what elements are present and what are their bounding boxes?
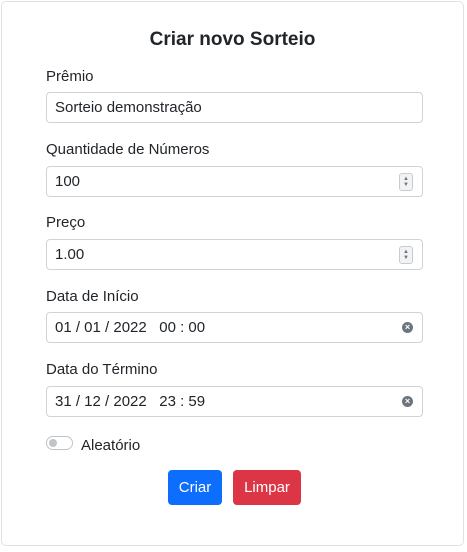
aleatorio-toggle[interactable]: [46, 436, 73, 450]
clear-x-icon[interactable]: ×: [402, 396, 413, 407]
preco-value: 1.00: [55, 246, 85, 263]
data-termino-label: Data do Término: [46, 361, 158, 378]
premio-input[interactable]: Sorteio demonstração: [46, 92, 423, 123]
quantidade-value: 100: [55, 173, 81, 190]
toggle-knob: [49, 439, 57, 447]
data-termino-value: 31 / 12 / 2022 23 : 59: [55, 393, 206, 410]
quantidade-label: Quantidade de Números: [46, 141, 210, 158]
aleatorio-label: Aleatório: [81, 437, 141, 454]
criar-button[interactable]: Criar: [168, 470, 222, 505]
form-title: Criar novo Sorteio: [149, 29, 316, 50]
preco-label: Preço: [46, 214, 86, 231]
premio-value: Sorteio demonstração: [55, 99, 202, 116]
spinner-arrows-icon[interactable]: ▲ ▼: [399, 245, 413, 264]
data-inicio-value: 01 / 01 / 2022 00 : 00: [55, 319, 206, 336]
premio-label: Prêmio: [46, 68, 94, 85]
form-card: Criar novo Sorteio Prêmio Sorteio demons…: [1, 1, 464, 546]
limpar-button[interactable]: Limpar: [233, 470, 301, 505]
data-inicio-label: Data de Início: [46, 288, 139, 305]
data-inicio-input[interactable]: 01 / 01 / 2022 00 : 00 ×: [46, 312, 423, 343]
spinner-arrows-icon[interactable]: ▲ ▼: [399, 172, 413, 191]
preco-input[interactable]: 1.00 ▲ ▼: [46, 239, 423, 270]
quantidade-input[interactable]: 100 ▲ ▼: [46, 166, 423, 197]
data-termino-input[interactable]: 31 / 12 / 2022 23 : 59 ×: [46, 386, 423, 417]
clear-x-icon[interactable]: ×: [402, 322, 413, 333]
